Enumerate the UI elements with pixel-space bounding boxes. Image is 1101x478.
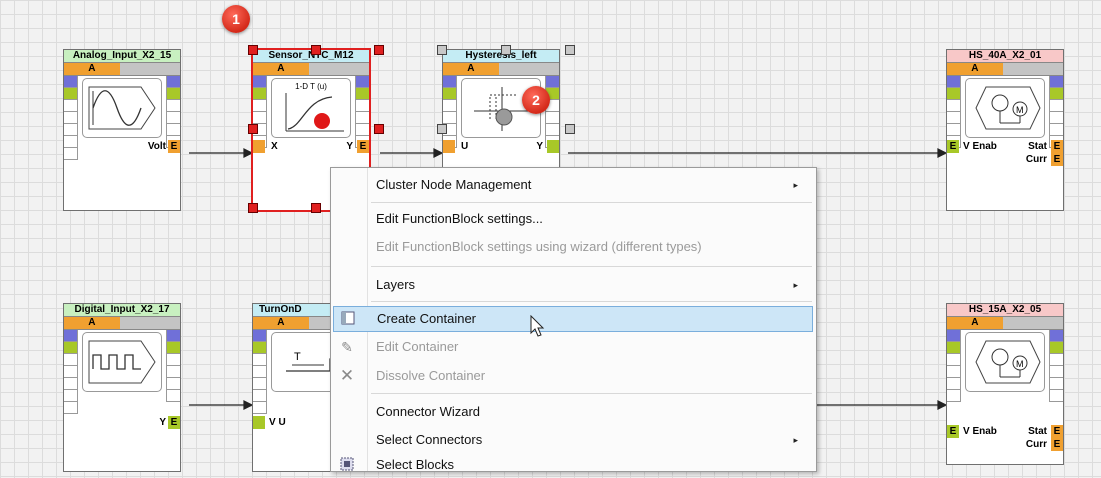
right-pin-strip: [1049, 76, 1063, 148]
block-a-port: A: [947, 317, 1003, 329]
left-pin-strip: [64, 330, 78, 414]
port-label-curr: Curr: [1025, 154, 1047, 165]
port-label-volt: Volt: [147, 141, 166, 152]
submenu-arrow-icon: ▸: [793, 280, 798, 290]
left-pin-strip: [443, 76, 457, 148]
diagram-canvas[interactable]: Analog_Input_X2_15 A Volt E Sensor_NTC_M…: [0, 0, 1101, 472]
menu-item-select-connectors[interactable]: Select Connectors ▸: [331, 427, 816, 453]
svg-text:M: M: [1016, 105, 1024, 115]
right-pin-strip: [1049, 330, 1063, 402]
resize-handle[interactable]: [565, 45, 575, 55]
x-icon: ✕: [339, 366, 355, 385]
right-pin-strip: [166, 330, 180, 402]
port-e-curr[interactable]: E: [1051, 153, 1063, 166]
menu-item-create-container[interactable]: Create Container: [333, 306, 813, 332]
resize-handle[interactable]: [311, 45, 321, 55]
port-label-enab: V Enab: [963, 426, 997, 437]
port-e-stat[interactable]: E: [1051, 425, 1063, 438]
block-a-port: A: [64, 63, 120, 75]
select-icon: [339, 457, 355, 473]
svg-text:M: M: [1016, 359, 1024, 369]
port-e-input[interactable]: E: [947, 425, 959, 438]
resize-handle[interactable]: [311, 203, 321, 213]
resize-handle[interactable]: [437, 124, 447, 134]
port-label-stat: Stat: [1028, 426, 1047, 437]
sine-wave-icon: [82, 78, 162, 138]
port-e-output[interactable]: E: [357, 140, 369, 153]
port-label-enab: V Enab: [963, 141, 997, 152]
submenu-arrow-icon: ▸: [793, 435, 798, 445]
port-label-u: V U: [269, 417, 286, 428]
menu-item-edit-settings-wizard[interactable]: Edit FunctionBlock settings using wizard…: [331, 234, 816, 260]
block-title: HS_15A_X2_05: [947, 304, 1063, 317]
menu-item-layers[interactable]: Layers ▸: [331, 272, 816, 298]
port-e-stat[interactable]: E: [1051, 140, 1063, 153]
lookup-curve-icon: 1-D T (u): [271, 78, 351, 138]
menu-item-edit-functionblock-settings[interactable]: Edit FunctionBlock settings...: [331, 206, 816, 232]
callout-badge-1: 1: [222, 5, 250, 33]
block-a-port: A: [64, 317, 120, 329]
function-block-hs-40a[interactable]: HS_40A_X2_01 A M E V Enab Stat E Curr E: [946, 49, 1064, 211]
right-pin-strip: [166, 76, 180, 148]
block-title: Digital_Input_X2_17: [64, 304, 180, 317]
block-a-port: A: [253, 63, 309, 75]
function-block-analog-input[interactable]: Analog_Input_X2_15 A Volt E: [63, 49, 181, 211]
left-pin-strip: [253, 76, 267, 148]
resize-handle[interactable]: [248, 203, 258, 213]
port-label-x: X: [271, 141, 278, 152]
block-a-port: A: [253, 317, 309, 329]
resize-handle[interactable]: [374, 45, 384, 55]
port-output[interactable]: [547, 140, 559, 153]
menu-item-dissolve-container[interactable]: ✕ Dissolve Container: [331, 363, 816, 389]
block-a-port: A: [947, 63, 1003, 75]
port-e-curr[interactable]: E: [1051, 438, 1063, 451]
port-e-output[interactable]: E: [168, 140, 180, 153]
callout-badge-2: 2: [522, 86, 550, 114]
resize-handle[interactable]: [248, 45, 258, 55]
right-pin-strip: [545, 76, 559, 148]
container-icon: [340, 311, 356, 327]
right-pin-strip: [355, 76, 369, 148]
resize-handle[interactable]: [248, 124, 258, 134]
icon-caption: T: [294, 351, 301, 363]
pencil-icon: ✎: [341, 339, 353, 355]
menu-item-select-blocks[interactable]: Select Blocks: [331, 452, 816, 478]
square-wave-icon: [82, 332, 162, 392]
port-label-u: U: [461, 141, 469, 152]
motor-switch-icon: M: [965, 332, 1045, 392]
left-pin-strip: [253, 330, 267, 414]
function-block-digital-input[interactable]: Digital_Input_X2_17 A Y E: [63, 303, 181, 472]
left-pin-strip: [947, 330, 961, 402]
port-label-y: Y: [159, 417, 166, 428]
menu-item-cluster-node-management[interactable]: Cluster Node Management ▸: [331, 172, 816, 198]
context-menu: Cluster Node Management ▸ Edit FunctionB…: [330, 167, 817, 472]
submenu-arrow-icon: ▸: [793, 180, 798, 190]
icon-caption: 1-D T (u): [295, 82, 327, 91]
port-label-y: Y: [536, 141, 543, 152]
block-title: Analog_Input_X2_15: [64, 50, 180, 63]
function-block-hs-15a[interactable]: HS_15A_X2_05 A M E V Enab Stat E Curr E: [946, 303, 1064, 465]
resize-handle[interactable]: [501, 45, 511, 55]
port-input[interactable]: [253, 416, 265, 429]
block-a-port: A: [443, 63, 499, 75]
menu-item-connector-wizard[interactable]: Connector Wizard: [331, 399, 816, 425]
port-input[interactable]: [443, 140, 455, 153]
resize-handle[interactable]: [437, 45, 447, 55]
menu-item-edit-container[interactable]: ✎ Edit Container: [331, 334, 816, 360]
resize-handle[interactable]: [565, 124, 575, 134]
port-label-y: Y: [346, 141, 353, 152]
block-title: HS_40A_X2_01: [947, 50, 1063, 63]
motor-switch-icon: M: [965, 78, 1045, 138]
port-label-stat: Stat: [1028, 141, 1047, 152]
port-input[interactable]: [253, 140, 265, 153]
port-e-output[interactable]: E: [168, 416, 180, 429]
port-e-input[interactable]: E: [947, 140, 959, 153]
port-label-curr: Curr: [1025, 439, 1047, 450]
left-pin-strip: [947, 76, 961, 148]
mouse-pointer-icon: [530, 315, 545, 337]
resize-handle[interactable]: [374, 124, 384, 134]
